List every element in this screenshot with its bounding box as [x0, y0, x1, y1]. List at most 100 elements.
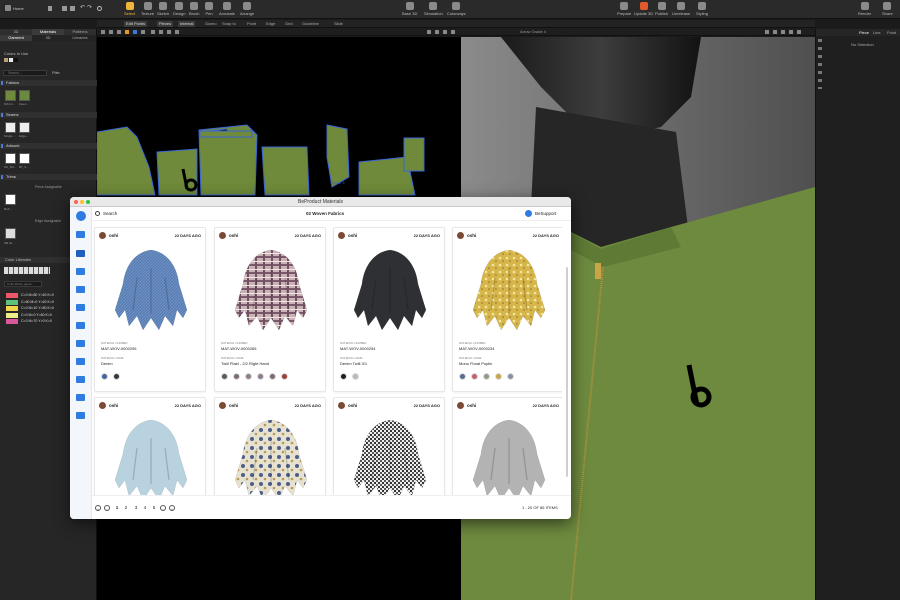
page-4[interactable]: 4	[142, 505, 148, 511]
internal-button[interactable]: Internal	[178, 21, 196, 27]
trim-thumbnail[interactable]	[5, 228, 16, 239]
minimize-window-button[interactable]	[80, 200, 84, 204]
page-5[interactable]: 5	[151, 505, 157, 511]
slide-toggle[interactable]: Slide	[334, 21, 343, 27]
color-library-row[interactable]: C=0 M=70 Y=0 K=0	[6, 319, 66, 324]
redo-icon[interactable]: ↷	[87, 5, 92, 11]
seam-thumbnail[interactable]	[5, 122, 16, 133]
colorway-swatch[interactable]	[269, 373, 276, 380]
colorway-swatch[interactable]	[257, 373, 264, 380]
folder-icon[interactable]	[76, 286, 85, 293]
render-button[interactable]: Render	[858, 2, 871, 16]
pattern-pieces[interactable]: Sew # 3	[96, 37, 461, 197]
material-card[interactable]: oshi 22 DAYS AGO MATERIAL NUMBER MAT-WOV…	[94, 227, 206, 392]
seam-thumbnail[interactable]	[19, 122, 30, 133]
close-window-button[interactable]	[74, 200, 78, 204]
fabric-thumbnail[interactable]	[5, 90, 16, 101]
color-library-row[interactable]: C=0 M=10 Y=80 K=0	[6, 306, 66, 311]
colorway-swatch[interactable]	[459, 373, 466, 380]
page-2[interactable]: 2	[123, 505, 129, 511]
subtab-garment[interactable]: Garment	[0, 35, 32, 41]
folder-icon[interactable]	[76, 412, 85, 419]
next-page-button[interactable]: ›	[160, 505, 166, 511]
maximize-window-button[interactable]	[86, 200, 90, 204]
colorway-swatch[interactable]	[221, 373, 228, 380]
color-library-row[interactable]: C=0 M=80 Y=60 K=0	[6, 293, 66, 298]
color-library-select[interactable]: Color library gener...	[4, 281, 42, 287]
tool-icon[interactable]	[167, 30, 171, 34]
side-tools[interactable]	[818, 39, 822, 89]
material-card[interactable]: oshi 22 DAYS AGO MATERIAL NUMBER MAT-WOV…	[333, 227, 445, 392]
home-button[interactable]: Home	[13, 6, 24, 11]
section-fabrics[interactable]: Fabrics	[0, 80, 97, 86]
unrelease-button[interactable]: Unrelease	[672, 2, 690, 16]
tool-annotate[interactable]: Annotate	[219, 2, 235, 16]
styling-button[interactable]: Styling	[696, 2, 708, 16]
zoom-icon[interactable]	[451, 30, 455, 34]
colorway-swatch[interactable]	[495, 373, 502, 380]
scrollbar[interactable]	[566, 267, 568, 477]
colorway-swatch[interactable]	[101, 373, 108, 380]
search-icon[interactable]	[97, 6, 102, 11]
view-icon[interactable]	[789, 30, 793, 34]
tool-icon[interactable]	[133, 30, 137, 34]
search-button[interactable]: Search	[103, 211, 117, 216]
folder-icon[interactable]	[76, 304, 85, 311]
artwork-thumbnail[interactable]	[5, 153, 16, 164]
search-icon[interactable]	[95, 211, 100, 216]
section-seams[interactable]: Seams	[0, 112, 97, 118]
guideline-toggle[interactable]: Guideline	[302, 21, 319, 27]
folder-icon[interactable]	[76, 250, 85, 257]
colorway-swatch[interactable]	[113, 373, 120, 380]
tool-icon[interactable]	[101, 30, 105, 34]
home-icon[interactable]	[5, 5, 11, 11]
zoom-icon[interactable]	[435, 30, 439, 34]
menu-icon[interactable]	[48, 6, 52, 11]
folder-icon[interactable]	[76, 376, 85, 383]
material-card[interactable]: oshi 22 DAYS AGO	[94, 397, 206, 495]
colorways-button[interactable]: Colorways	[447, 2, 466, 16]
page-3[interactable]: 3	[133, 505, 139, 511]
tool-design[interactable]: Design	[173, 2, 185, 16]
section-artwork[interactable]: Artwork	[0, 143, 97, 149]
gizmo-toggle[interactable]: Gizmo	[205, 21, 217, 27]
tool-icon[interactable]	[109, 30, 113, 34]
colorway-swatch[interactable]	[340, 373, 347, 380]
besupport-link[interactable]: BeSupport	[535, 211, 556, 216]
filter-button[interactable]: Filter	[52, 71, 60, 75]
search-input[interactable]: Search...	[3, 70, 47, 76]
tab-piece[interactable]: Piece	[859, 30, 869, 35]
zipper-pull[interactable]	[595, 263, 601, 279]
grid-toggle[interactable]: Grid	[285, 21, 293, 27]
tool-icon[interactable]	[151, 30, 155, 34]
material-card[interactable]: oshi 22 DAYS AGO MATERIAL NUMBER MAT-WOV…	[452, 227, 562, 392]
folder-icon[interactable]	[76, 394, 85, 401]
view-select[interactable]: Arrow Grade 4	[520, 29, 546, 35]
publish-button[interactable]: Publish	[655, 2, 668, 16]
colorway-swatch[interactable]	[507, 373, 514, 380]
zoom-icon[interactable]	[427, 30, 431, 34]
colorway-swatch[interactable]	[352, 373, 359, 380]
folder-icon[interactable]	[76, 358, 85, 365]
point-toggle[interactable]: Point	[247, 21, 256, 27]
view-icon[interactable]	[797, 30, 801, 34]
color-library-swatches[interactable]	[4, 267, 50, 274]
color-chip[interactable]	[14, 58, 18, 62]
first-page-button[interactable]: «	[95, 505, 101, 511]
pieces-button[interactable]: Pieces	[157, 21, 174, 27]
section-trims[interactable]: Trims	[0, 174, 97, 180]
tool-pen[interactable]: Pen	[205, 2, 213, 16]
fabric-thumbnail[interactable]	[19, 90, 30, 101]
subtab-3d[interactable]: 3D	[32, 35, 64, 41]
tool-icon[interactable]	[117, 30, 121, 34]
tool-texture[interactable]: Texture	[141, 2, 154, 16]
last-page-button[interactable]: »	[169, 505, 175, 511]
tool-sketch[interactable]: Sketch	[157, 2, 169, 16]
folder-icon[interactable]	[76, 340, 85, 347]
folder-icon[interactable]	[76, 322, 85, 329]
folder-icon[interactable]	[76, 231, 85, 238]
tool-brush[interactable]: Brush	[189, 2, 199, 16]
view-icon[interactable]	[765, 30, 769, 34]
base-3d-button[interactable]: Base 3D	[402, 2, 417, 16]
colorway-swatch[interactable]	[281, 373, 288, 380]
